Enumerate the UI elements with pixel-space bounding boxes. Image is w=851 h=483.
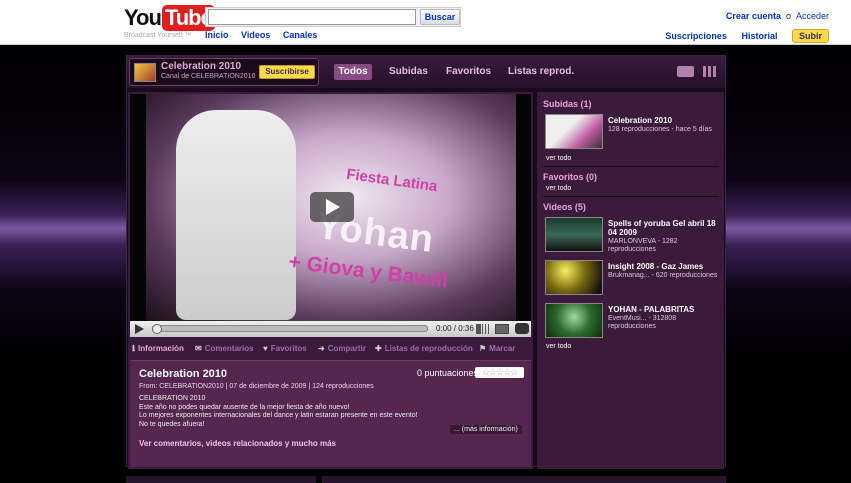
resize-icon[interactable]: [495, 324, 509, 334]
see-more-link[interactable]: Ver comentarios, videos relacionados y m…: [139, 439, 336, 448]
performer-image: [176, 110, 296, 320]
video-info-box: Celebration 2010 From: CELEBRATION2010 |…: [130, 360, 531, 467]
channel-avatar[interactable]: [134, 63, 156, 82]
history-link[interactable]: Historial: [741, 31, 777, 41]
fullscreen-icon[interactable]: [515, 323, 529, 334]
sidebar-video-title[interactable]: Insight 2008 - Gaz James: [608, 262, 720, 271]
tagline: Broadcast Yourself ™: [124, 32, 192, 39]
sidebar-video-title[interactable]: YOHAN - PALABRITAS: [608, 305, 720, 314]
favorites-see-all[interactable]: ver todo: [546, 185, 571, 192]
big-play-icon[interactable]: [310, 192, 354, 222]
main-nav: Inicio Videos Canales: [205, 30, 327, 40]
more-info-link[interactable]: ... (más información): [450, 425, 522, 434]
time-display: 0:00 / 0:36: [436, 324, 474, 333]
main-panel: Fiesta Latina Yohan + Giova y Bawill 0:0…: [128, 92, 533, 469]
sidebar-video-title[interactable]: Celebration 2010: [608, 116, 720, 125]
tab-listas[interactable]: Listas reprod.: [508, 64, 574, 80]
nav-canales[interactable]: Canales: [283, 30, 318, 40]
video-actions: ℹ Información ✉ Comentarios ♥ Favoritos ➜ Co…: [132, 343, 530, 357]
video-description: CELEBRATION 2010 Este año no podes queda…: [139, 395, 418, 428]
divider: [543, 196, 719, 197]
channel-title[interactable]: Celebration 2010: [161, 61, 241, 72]
sidebar-video-sub: 128 reproducciones - hace 5 días: [608, 126, 712, 133]
video-meta: From: CELEBRATION2010 | 07 de diciembre …: [139, 383, 374, 390]
video-thumbnail[interactable]: [545, 217, 603, 252]
flag-icon: ⚑: [479, 344, 487, 353]
play-icon[interactable]: [135, 324, 144, 334]
subscriptions-link[interactable]: Suscripciones: [665, 31, 727, 41]
share-tab[interactable]: ➜ Compartir: [318, 344, 366, 353]
search-form: Buscar: [205, 7, 461, 27]
video-thumbnail[interactable]: [545, 260, 603, 295]
subscribe-button[interactable]: Suscribirse: [259, 65, 315, 79]
ratings-count: 0 puntuaciones: [417, 368, 479, 378]
videos-header[interactable]: Videos (5): [543, 202, 586, 212]
favorites-header[interactable]: Favoritos (0): [543, 172, 597, 182]
scrubber-handle[interactable]: [152, 324, 162, 334]
video-overlay-text-1: Fiesta Latina: [345, 165, 439, 196]
share-icon: ➜: [318, 344, 325, 353]
sidebar-video-sub: Brukmanag... - 620 reproducciones: [608, 272, 718, 279]
search-button[interactable]: Buscar: [420, 9, 460, 25]
heart-icon: ♥: [263, 344, 268, 353]
comments-tab[interactable]: ✉ Comentarios: [195, 344, 254, 353]
video-thumbnail[interactable]: [545, 114, 603, 149]
channel-page: Celebration 2010 Canal de CELEBRATION201…: [126, 55, 726, 469]
sidebar-video-sub: EventMusi... - 312808 reproducciones: [608, 315, 677, 330]
upload-button[interactable]: Subir: [791, 29, 829, 43]
user-links: Suscripciones Historial Subir: [653, 29, 829, 43]
bottom-panel-right: [322, 476, 726, 483]
volume-icon[interactable]: [476, 324, 489, 334]
video-thumbnail[interactable]: [545, 303, 603, 338]
playlists-tab[interactable]: ✚ Listas de reproducción: [375, 344, 473, 353]
top-bar: You Tube Broadcast Yourself ™ Buscar Inic…: [0, 0, 851, 45]
info-tab[interactable]: ℹ Información: [132, 344, 184, 353]
grid-view-icon[interactable]: [703, 66, 716, 77]
channel-subtitle: Canal de CELEBRATION2010: [161, 73, 256, 80]
or-text: o: [785, 11, 791, 21]
channel-header: Celebration 2010 Canal de CELEBRATION201…: [127, 56, 725, 88]
tab-subidas[interactable]: Subidas: [389, 64, 428, 80]
favorites-tab[interactable]: ♥ Favoritos: [263, 344, 307, 353]
uploads-see-all[interactable]: ver todo: [546, 155, 571, 162]
search-input[interactable]: [208, 9, 416, 25]
flag-tab[interactable]: ⚑ Marcar: [479, 344, 515, 353]
video-player[interactable]: Fiesta Latina Yohan + Giova y Bawill: [130, 94, 531, 321]
comment-icon: ✉: [195, 344, 202, 353]
sidebar-video-title[interactable]: Spells of yoruba Gel abril 18 04 2009: [608, 219, 720, 237]
nav-videos[interactable]: Videos: [241, 30, 270, 40]
videos-see-all[interactable]: ver todo: [546, 343, 571, 350]
plus-icon: ✚: [375, 344, 382, 353]
star-rating[interactable]: ☆☆☆☆☆: [475, 367, 524, 378]
tab-favoritos[interactable]: Favoritos: [446, 64, 491, 80]
player-controls: 0:00 / 0:36: [130, 321, 531, 337]
sidebar-video-sub: MARLONVEVA - 1282 reproducciones: [608, 238, 678, 253]
account-links: Crear cuenta o Acceder: [726, 11, 829, 21]
youtube-logo[interactable]: You Tube: [124, 5, 215, 31]
sidebar: Subidas (1) Celebration 2010 128 reprodu…: [537, 92, 724, 469]
video-title: Celebration 2010: [139, 368, 228, 380]
divider: [543, 166, 719, 167]
channel-info-box: Celebration 2010 Canal de CELEBRATION201…: [129, 58, 319, 86]
create-account-link[interactable]: Crear cuenta: [726, 11, 781, 21]
info-icon: ℹ: [132, 344, 136, 353]
tab-todos[interactable]: Todos: [334, 64, 372, 80]
progress-bar[interactable]: [152, 324, 428, 334]
player-view-icon[interactable]: [677, 66, 694, 77]
nav-inicio[interactable]: Inicio: [205, 30, 229, 40]
bottom-panel-left: [126, 476, 316, 483]
uploads-header[interactable]: Subidas (1): [543, 99, 592, 109]
login-link[interactable]: Acceder: [796, 11, 829, 21]
